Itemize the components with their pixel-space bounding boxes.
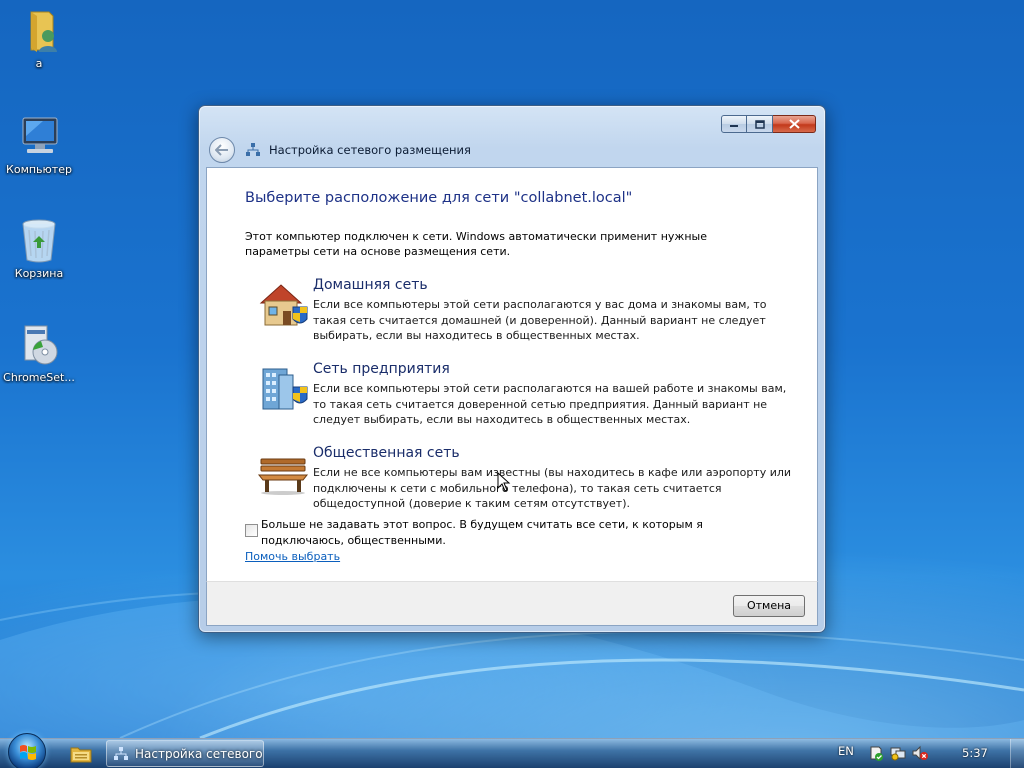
taskbar-explorer-button[interactable] (58, 739, 104, 768)
network-icon (246, 143, 260, 156)
start-button[interactable] (8, 733, 46, 768)
navigation-row: Настройка сетевого размещения (209, 136, 471, 164)
help-choose-link[interactable]: Помочь выбрать (245, 550, 340, 563)
option-title: Сеть предприятия (313, 361, 450, 377)
maximize-button[interactable] (747, 115, 773, 133)
intro-text: Этот компьютер подключен к сети. Windows… (245, 230, 707, 258)
option-description: Если все компьютеры этой сети располагаю… (313, 382, 787, 426)
option-description: Если все компьютеры этой сети располагаю… (313, 298, 767, 342)
option-work-network[interactable]: Сеть предприятия Если все компьютеры это… (257, 361, 797, 429)
home-network-icon (257, 281, 309, 329)
desktop-icon-label: a (35, 57, 43, 70)
system-tray (868, 745, 928, 761)
treat-all-public-checkbox[interactable] (245, 524, 258, 537)
maximize-icon (754, 119, 765, 129)
desktop-icon-recycle-bin[interactable]: Корзина (1, 216, 77, 280)
close-icon (788, 119, 800, 129)
minimize-button[interactable] (721, 115, 747, 133)
folder-icon (70, 747, 92, 763)
option-home-network[interactable]: Домашняя сеть Если все компьютеры этой с… (257, 277, 797, 345)
volume-muted-icon[interactable] (912, 745, 928, 761)
desktop-icon-label: Компьютер (6, 163, 72, 176)
computer-icon (15, 112, 63, 160)
desktop-icon-installer[interactable]: ChromeSet... (1, 320, 77, 384)
taskbar: Настройка сетевого... EN 5:37 (0, 733, 1024, 768)
treat-all-public-label[interactable]: Больше не задавать этот вопрос. В будуще… (261, 517, 721, 548)
close-button[interactable] (773, 115, 816, 133)
back-arrow-icon (215, 144, 228, 156)
network-icon[interactable] (890, 745, 906, 761)
network-location-window: Настройка сетевого размещения Выберите р… (198, 105, 826, 633)
option-public-network[interactable]: Общественная сеть Если не все компьютеры… (257, 445, 797, 513)
caption-buttons (721, 115, 816, 133)
mouse-cursor-icon (497, 472, 511, 492)
option-title: Домашняя сеть (313, 277, 428, 293)
window-title: Настройка сетевого размещения (269, 143, 471, 157)
cancel-button[interactable]: Отмена (733, 595, 805, 617)
option-title: Общественная сеть (313, 445, 460, 461)
back-button[interactable] (209, 137, 235, 163)
user-folder-icon (15, 6, 63, 54)
public-network-icon (257, 449, 309, 497)
recycle-bin-icon (15, 216, 63, 264)
minimize-icon (730, 125, 738, 127)
show-desktop-button[interactable] (1010, 739, 1024, 768)
work-network-icon (257, 365, 309, 413)
taskbar-task-network-setup[interactable]: Настройка сетевого... (106, 740, 264, 767)
taskbar-task-label: Настройка сетевого... (135, 746, 263, 761)
action-center-icon[interactable] (868, 745, 884, 761)
page-heading: Выберите расположение для сети "collabne… (245, 190, 633, 206)
desktop-icon-label: Корзина (14, 267, 64, 280)
dialog-footer: Отмена (206, 581, 818, 626)
treat-all-public-row: Больше не задавать этот вопрос. В будуще… (245, 517, 765, 549)
desktop-icon-label: ChromeSet... (3, 371, 75, 384)
language-indicator[interactable]: EN (838, 744, 854, 758)
dialog-content: Выберите расположение для сети "collabne… (206, 167, 818, 581)
option-description: Если не все компьютеры вам известны (вы … (313, 466, 792, 510)
desktop-icon-computer[interactable]: Компьютер (1, 112, 77, 176)
taskbar-clock[interactable]: 5:37 (962, 746, 988, 760)
desktop-icon-user-folder[interactable]: a (1, 6, 77, 70)
installer-icon (15, 320, 63, 368)
network-icon (114, 746, 128, 760)
windows-logo-icon (20, 745, 36, 760)
